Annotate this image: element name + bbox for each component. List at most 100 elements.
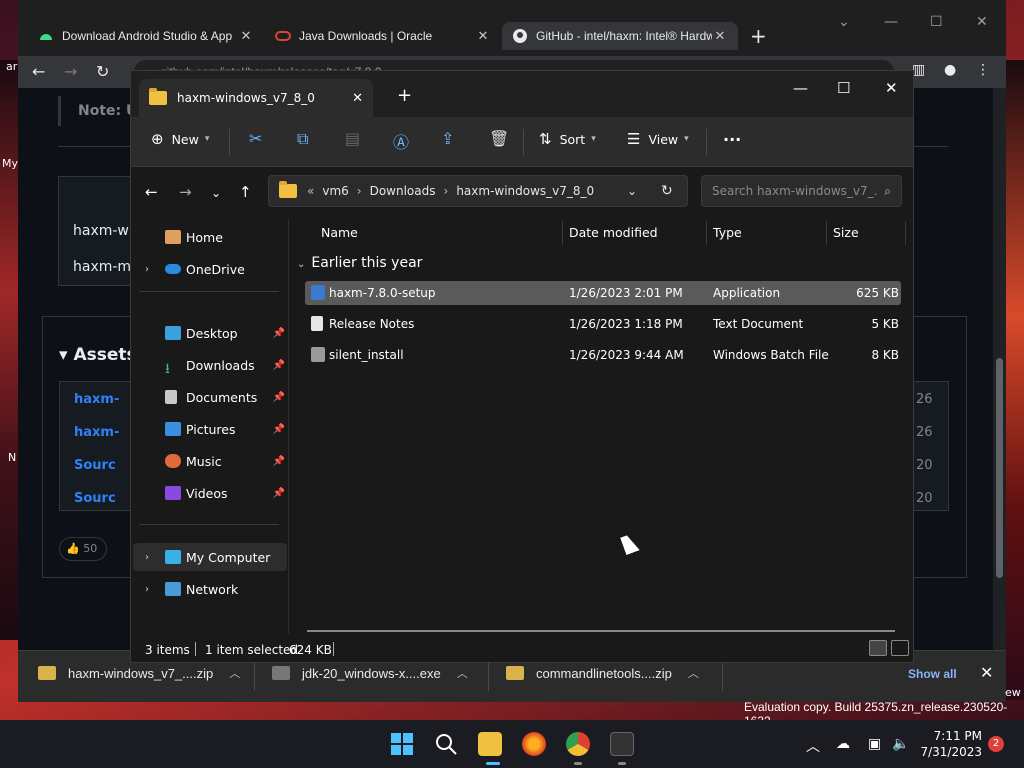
cut-icon[interactable]: ✂	[249, 129, 262, 148]
copy-icon[interactable]: ⧉	[297, 129, 308, 149]
file-row[interactable]: haxm-7.8.0-setup 1/26/2023 2:01 PM Appli…	[305, 281, 901, 305]
breadcrumb-item[interactable]: haxm-windows_v7_8_0	[456, 184, 594, 198]
chevron-right-icon[interactable]: ›	[145, 264, 149, 275]
file-row[interactable]: Release Notes 1/26/2023 1:18 PM Text Doc…	[305, 312, 901, 336]
minimize-icon[interactable]: —	[884, 14, 898, 30]
profile-icon[interactable]: ●	[944, 62, 956, 78]
sort-button[interactable]: ⇅ Sort ▾	[539, 130, 596, 148]
nav-item-onedrive[interactable]: › OneDrive	[133, 255, 287, 283]
new-button[interactable]: ⊕ New ▾	[151, 130, 209, 148]
forward-icon[interactable]: →	[64, 62, 77, 81]
firefox-icon[interactable]	[522, 732, 546, 756]
table-row: haxm-m	[73, 259, 132, 275]
close-icon[interactable]: ✕	[980, 663, 993, 682]
browser-tab-active[interactable]: GitHub - intel/haxm: Intel® Hardw ✕	[502, 22, 738, 50]
chrome-icon[interactable]	[566, 732, 590, 756]
search-input[interactable]: Search haxm-windows_v7_... ⌕	[701, 175, 902, 207]
close-icon[interactable]: ✕	[976, 14, 988, 30]
overflow-crumb[interactable]: «	[307, 184, 314, 198]
close-icon[interactable]: ✕	[885, 79, 898, 97]
asset-link[interactable]: haxm-	[74, 392, 119, 407]
breadcrumb-item[interactable]: Downloads	[370, 184, 436, 198]
chevron-up-icon[interactable]: ︿	[457, 665, 468, 681]
asset-link[interactable]: Sourc	[74, 491, 116, 506]
notification-badge[interactable]: 2	[988, 736, 1004, 752]
close-icon[interactable]: ✕	[475, 28, 491, 44]
nav-item-pictures[interactable]: Pictures 📌	[133, 415, 287, 443]
new-tab-icon[interactable]: +	[750, 24, 767, 48]
column-header-date[interactable]: Date modified	[569, 219, 658, 247]
browser-tab[interactable]: Download Android Studio & App ✕	[28, 22, 264, 50]
show-all-link[interactable]: Show all	[908, 667, 957, 681]
chevron-right-icon[interactable]: ›	[145, 584, 149, 595]
file-row[interactable]: silent_install 1/26/2023 9:44 AM Windows…	[305, 343, 901, 367]
delete-icon[interactable]: 🗑	[489, 129, 509, 148]
page-scrollbar[interactable]	[993, 88, 1006, 650]
chevron-up-icon[interactable]: ︿	[806, 736, 820, 756]
rename-icon[interactable]: Ⓐ	[393, 129, 409, 153]
back-icon[interactable]: ←	[145, 183, 158, 201]
close-icon[interactable]: ✕	[238, 28, 254, 44]
chevron-right-icon[interactable]: ›	[145, 552, 149, 563]
maximize-icon[interactable]: ☐	[930, 14, 943, 30]
volume-icon[interactable]: 🔈	[892, 736, 909, 752]
share-icon[interactable]: ⇪	[441, 129, 454, 148]
network-icon[interactable]: ▣	[868, 736, 881, 752]
nav-item-videos[interactable]: Videos 📌	[133, 479, 287, 507]
clock[interactable]: 7:11 PM 7/31/2023	[918, 728, 982, 760]
address-breadcrumb[interactable]: « vm6 › Downloads › haxm-windows_v7_8_0 …	[268, 175, 688, 207]
view-button[interactable]: ☰ View ▾	[627, 130, 689, 148]
tiles-view-icon[interactable]	[891, 640, 909, 656]
download-item[interactable]: haxm-windows_v7_....zip ︿	[38, 665, 240, 681]
group-header[interactable]: ⌄ Earlier this year	[297, 255, 422, 271]
menu-icon[interactable]: ⋮	[976, 62, 990, 78]
chevron-up-icon[interactable]: ︿	[688, 665, 699, 681]
nav-item-music[interactable]: Music 📌	[133, 447, 287, 475]
terminal-icon[interactable]	[610, 732, 634, 756]
close-icon[interactable]: ✕	[712, 28, 728, 44]
column-header-size[interactable]: Size	[833, 219, 859, 247]
scrollbar-thumb[interactable]	[996, 358, 1003, 578]
column-header-name[interactable]: Name	[321, 219, 358, 247]
paste-icon[interactable]: ▤	[345, 129, 360, 148]
back-icon[interactable]: ←	[32, 62, 45, 81]
forward-icon[interactable]: →	[179, 183, 192, 201]
recent-locations-icon[interactable]: ⌄	[211, 186, 221, 200]
reaction-button[interactable]: 👍 50	[59, 537, 107, 561]
new-tab-icon[interactable]: +	[397, 85, 412, 106]
nav-item-network[interactable]: › Network	[133, 575, 287, 603]
chevron-up-icon[interactable]: ︿	[229, 665, 240, 681]
column-header-type[interactable]: Type	[713, 219, 742, 247]
chevron-down-icon[interactable]: ⌄	[627, 184, 637, 198]
refresh-icon[interactable]: ↻	[661, 183, 673, 199]
cloud-icon[interactable]: ☁	[836, 736, 850, 752]
details-view-icon[interactable]	[869, 640, 887, 656]
asset-link[interactable]: haxm-	[74, 425, 119, 440]
explorer-tab[interactable]: haxm-windows_v7_8_0 ✕	[139, 79, 373, 117]
nav-item-downloads[interactable]: ⭳ Downloads 📌	[133, 351, 287, 379]
file-name: haxm-7.8.0-setup	[329, 286, 436, 300]
file-explorer-icon[interactable]	[478, 732, 502, 756]
more-options-button[interactable]: ···	[723, 130, 741, 149]
download-item[interactable]: commandlinetools....zip ︿	[506, 665, 699, 681]
reload-icon[interactable]: ↻	[96, 62, 109, 81]
minimize-icon[interactable]: —	[793, 79, 808, 97]
browser-tab[interactable]: Java Downloads | Oracle ✕	[265, 22, 501, 50]
nav-item-home[interactable]: Home	[133, 223, 287, 251]
tab-title: GitHub - intel/haxm: Intel® Hardw	[536, 29, 712, 43]
asset-link[interactable]: Sourc	[74, 458, 116, 473]
download-item[interactable]: jdk-20_windows-x....exe ︿	[272, 665, 468, 681]
assets-heading[interactable]: ▾ Assets	[59, 345, 137, 365]
up-icon[interactable]: ↑	[239, 183, 252, 201]
breadcrumb-item[interactable]: vm6	[322, 184, 348, 198]
maximize-icon[interactable]: ☐	[837, 79, 850, 97]
start-icon[interactable]	[390, 732, 414, 756]
tab-search-icon[interactable]: ⌄	[838, 14, 850, 30]
nav-item-documents[interactable]: Documents 📌	[133, 383, 287, 411]
nav-item-desktop[interactable]: Desktop 📌	[133, 319, 287, 347]
horizontal-scrollbar[interactable]	[307, 630, 895, 632]
close-icon[interactable]: ✕	[352, 91, 363, 106]
search-icon[interactable]	[434, 732, 458, 756]
asset-date: 20	[916, 491, 933, 506]
nav-item-my-computer[interactable]: › My Computer	[133, 543, 287, 571]
